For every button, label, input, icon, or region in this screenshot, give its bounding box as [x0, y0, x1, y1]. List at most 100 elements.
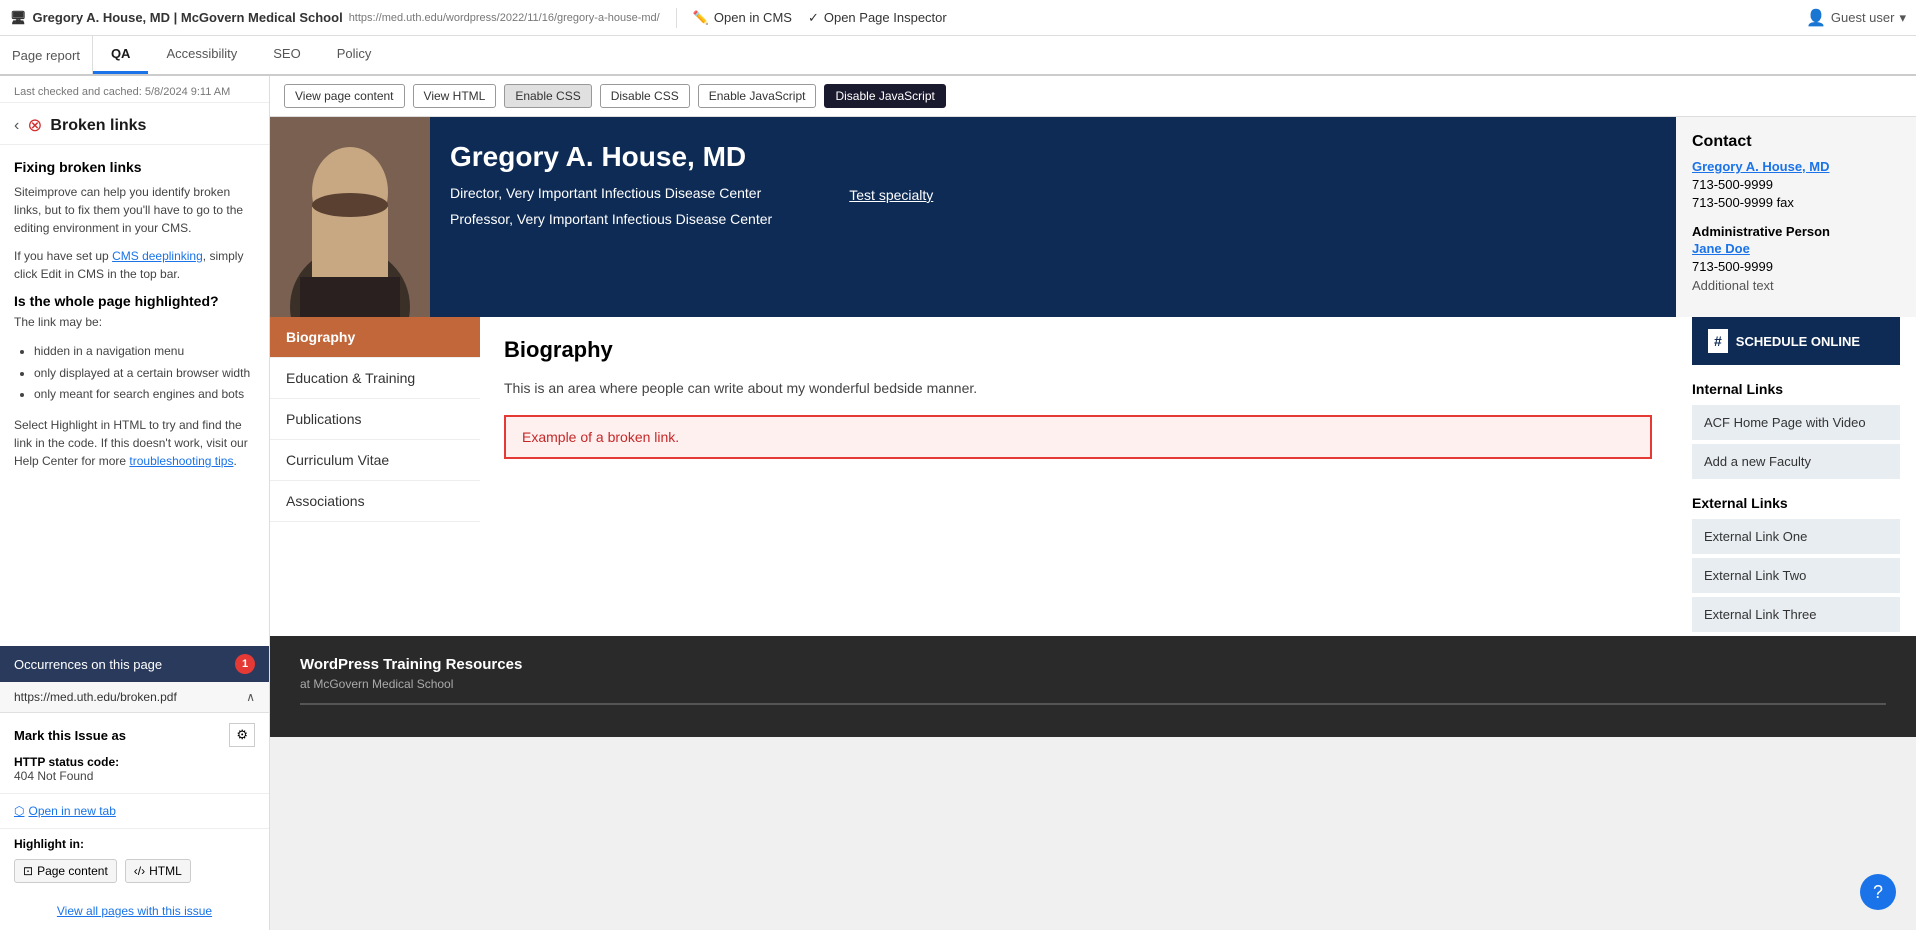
- open-in-new-tab-link[interactable]: ⬡ Open in new tab: [14, 804, 255, 818]
- tab-policy[interactable]: Policy: [319, 36, 390, 74]
- top-bar: 🖥 Gregory A. House, MD | McGovern Medica…: [0, 0, 1916, 36]
- last-checked-text: Last checked and cached: 5/8/2024 9:11 A…: [14, 86, 230, 98]
- footer-title: WordPress Training Resources: [300, 656, 1886, 673]
- enable-js-button[interactable]: Enable JavaScript: [698, 84, 817, 108]
- troubleshooting-link[interactable]: troubleshooting tips: [129, 454, 233, 468]
- list-item: only meant for search engines and bots: [34, 384, 255, 406]
- additional-text: Additional text: [1692, 278, 1900, 293]
- pen-icon: ✏️: [693, 10, 709, 26]
- cms-deeplink[interactable]: CMS deeplinking: [112, 249, 203, 263]
- nav-item-biography[interactable]: Biography: [270, 317, 480, 358]
- profile-title1: Director, Very Important Infectious Dise…: [450, 185, 761, 201]
- select-highlight-text: Select Highlight in HTML to try and find…: [14, 416, 255, 470]
- sidebar-last-checked: Last checked and cached: 5/8/2024 9:11 A…: [0, 76, 269, 103]
- profile-photo-svg: [270, 117, 430, 317]
- page-title-topbar: Gregory A. House, MD | McGovern Medical …: [33, 10, 343, 25]
- help-button[interactable]: ?: [1860, 874, 1896, 910]
- profile-name: Gregory A. House, MD: [450, 141, 1656, 173]
- enable-css-button[interactable]: Enable CSS: [504, 84, 591, 108]
- page-footer: WordPress Training Resources at McGovern…: [270, 636, 1916, 737]
- sidebar-content: Fixing broken links Siteimprove can help…: [0, 145, 269, 646]
- occurrences-bar: Occurrences on this page 1: [0, 646, 269, 682]
- fixing-p2: If you have set up CMS deeplinking, simp…: [14, 247, 255, 283]
- page-preview: Gregory A. House, MD Director, Very Impo…: [270, 117, 1916, 737]
- tab-bar: Page report QA Accessibility SEO Policy: [0, 36, 1916, 76]
- url-row[interactable]: https://med.uth.edu/broken.pdf ∧: [0, 682, 269, 713]
- broken-links-header: ‹ ⊗ Broken links: [0, 103, 269, 145]
- user-menu[interactable]: 👤 Guest user ▾: [1806, 8, 1906, 28]
- nav-item-publications[interactable]: Publications: [270, 399, 480, 440]
- tab-seo[interactable]: SEO: [255, 36, 318, 74]
- internal-links-heading: Internal Links: [1692, 381, 1900, 397]
- profile-info: Gregory A. House, MD Director, Very Impo…: [430, 117, 1676, 317]
- test-specialty-link[interactable]: Test specialty: [849, 187, 933, 203]
- issue-section: Mark this Issue as ⚙ HTTP status code: 4…: [0, 713, 269, 794]
- highlight-page-label: Page content: [37, 864, 108, 878]
- fixing-p1: Siteimprove can help you identify broken…: [14, 183, 255, 237]
- broken-links-title: Broken links: [50, 117, 146, 135]
- gear-button[interactable]: ⚙: [229, 723, 255, 747]
- biography-content: Biography This is an area where people c…: [480, 317, 1676, 636]
- open-cms-button[interactable]: ✏️ Open in CMS: [693, 10, 792, 26]
- open-tab-label[interactable]: Open in new tab: [28, 804, 115, 818]
- footer-subtitle: at McGovern Medical School: [300, 677, 1886, 691]
- view-all-link[interactable]: View all pages with this issue: [0, 891, 269, 930]
- occurrences-badge: 1: [235, 654, 255, 674]
- view-all-label[interactable]: View all pages with this issue: [57, 904, 212, 918]
- back-button[interactable]: ‹: [14, 117, 19, 135]
- check-icon: ✓: [808, 10, 819, 26]
- nav-item-curriculum[interactable]: Curriculum Vitae: [270, 440, 480, 481]
- divider: [676, 8, 677, 28]
- external-link-0[interactable]: External Link One: [1692, 519, 1900, 554]
- user-label: Guest user: [1831, 10, 1895, 25]
- highlighted-title: Is the whole page highlighted?: [14, 293, 255, 309]
- disable-js-button[interactable]: Disable JavaScript: [824, 84, 945, 108]
- highlight-buttons: ⊡ Page content ‹/› HTML: [14, 859, 255, 883]
- highlight-label: Highlight in:: [14, 837, 255, 851]
- tab-qa[interactable]: QA: [93, 36, 149, 74]
- list-item: hidden in a navigation menu: [34, 341, 255, 363]
- chevron-up-icon[interactable]: ∧: [246, 690, 255, 704]
- highlight-html-button[interactable]: ‹/› HTML: [125, 859, 191, 883]
- profile-contact: Contact Gregory A. House, MD 713-500-999…: [1676, 117, 1916, 317]
- open-inspector-button[interactable]: ✓ Open Page Inspector: [808, 10, 947, 26]
- page-info: 🖥 Gregory A. House, MD | McGovern Medica…: [10, 10, 660, 26]
- issue-header: Mark this Issue as ⚙: [14, 723, 255, 747]
- external-links-heading: External Links: [1692, 495, 1900, 511]
- view-page-content-button[interactable]: View page content: [284, 84, 405, 108]
- right-sidebar: # SCHEDULE ONLINE Internal Links ACF Hom…: [1676, 317, 1916, 636]
- admin-name[interactable]: Jane Doe: [1692, 241, 1900, 256]
- nav-item-associations[interactable]: Associations: [270, 481, 480, 522]
- page-url-topbar: https://med.uth.edu/wordpress/2022/11/16…: [349, 12, 660, 24]
- view-html-button[interactable]: View HTML: [413, 84, 497, 108]
- nav-item-education[interactable]: Education & Training: [270, 358, 480, 399]
- page-toolbar: View page content View HTML Enable CSS D…: [270, 76, 1916, 117]
- disable-css-button[interactable]: Disable CSS: [600, 84, 690, 108]
- highlight-page-button[interactable]: ⊡ Page content: [14, 859, 117, 883]
- fixing-title: Fixing broken links: [14, 159, 255, 175]
- footer-divider: [300, 703, 1886, 705]
- schedule-label: SCHEDULE ONLINE: [1736, 334, 1860, 349]
- admin-phone: 713-500-9999: [1692, 259, 1900, 274]
- page-nav-sidebar: Biography Education & Training Publicati…: [270, 317, 480, 636]
- broken-link-text: Example of a broken link.: [522, 429, 679, 445]
- page-icon-small: ⊡: [23, 864, 33, 878]
- internal-link-1[interactable]: Add a new Faculty: [1692, 444, 1900, 479]
- tab-accessibility[interactable]: Accessibility: [148, 36, 255, 74]
- external-link-1[interactable]: External Link Two: [1692, 558, 1900, 593]
- contact-phone2: 713-500-9999 fax: [1692, 195, 1900, 210]
- occurrences-label: Occurrences on this page: [14, 657, 162, 672]
- url-text: https://med.uth.edu/broken.pdf: [14, 690, 177, 704]
- left-sidebar: Last checked and cached: 5/8/2024 9:11 A…: [0, 76, 270, 930]
- chevron-down-icon: ▾: [1899, 10, 1906, 26]
- open-inspector-label: Open Page Inspector: [824, 10, 947, 25]
- bio-text: This is an area where people can write a…: [504, 377, 1652, 399]
- external-link-2[interactable]: External Link Three: [1692, 597, 1900, 632]
- contact-phone1: 713-500-9999: [1692, 177, 1900, 192]
- internal-link-0[interactable]: ACF Home Page with Video: [1692, 405, 1900, 440]
- http-status-value: 404 Not Found: [14, 769, 255, 783]
- profile-header: Gregory A. House, MD Director, Very Impo…: [270, 117, 1916, 317]
- schedule-button[interactable]: # SCHEDULE ONLINE: [1692, 317, 1900, 365]
- broken-link-box[interactable]: Example of a broken link.: [504, 415, 1652, 459]
- contact-name[interactable]: Gregory A. House, MD: [1692, 159, 1900, 174]
